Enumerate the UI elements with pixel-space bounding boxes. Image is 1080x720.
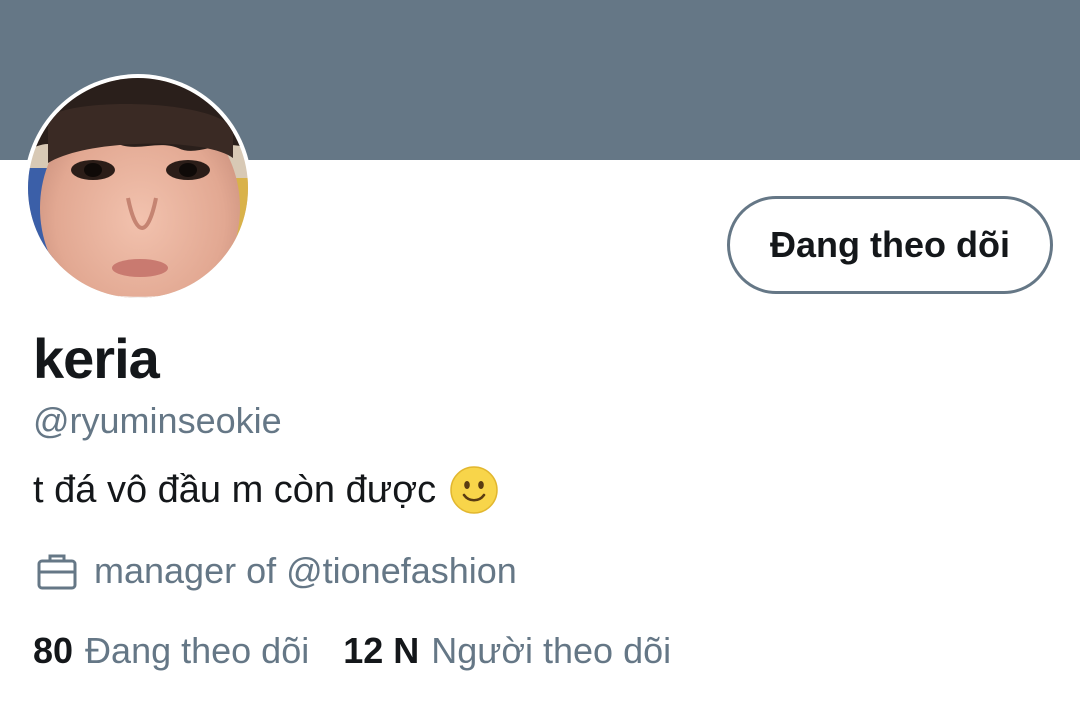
followers-label: Người theo dõi	[431, 630, 672, 671]
followers-stat[interactable]: 12 N Người theo dõi	[343, 630, 671, 672]
profile-job: manager of @tionefashion	[36, 550, 517, 592]
follow-stats: 80 Đang theo dõi 12 N Người theo dõi	[33, 630, 671, 672]
profile-bio: t đá vô đầu m còn được	[33, 466, 498, 514]
job-text[interactable]: manager of @tionefashion	[94, 550, 517, 592]
following-button[interactable]: Đang theo dõi	[727, 196, 1053, 294]
display-name: keria	[33, 327, 160, 390]
briefcase-icon	[36, 550, 78, 592]
bio-text: t đá vô đầu m còn được	[33, 468, 437, 511]
username-handle: @ryuminseokie	[33, 400, 282, 441]
profile-page: Đang theo dõi keria @ryuminseokie t đá v…	[0, 0, 1080, 720]
following-stat[interactable]: 80 Đang theo dõi	[33, 630, 309, 672]
smiley-emoji-icon	[450, 466, 498, 514]
avatar[interactable]	[24, 74, 252, 302]
following-label: Đang theo dõi	[85, 630, 310, 671]
followers-count: 12 N	[343, 630, 420, 671]
avatar-photo	[28, 78, 248, 298]
following-count: 80	[33, 630, 74, 671]
